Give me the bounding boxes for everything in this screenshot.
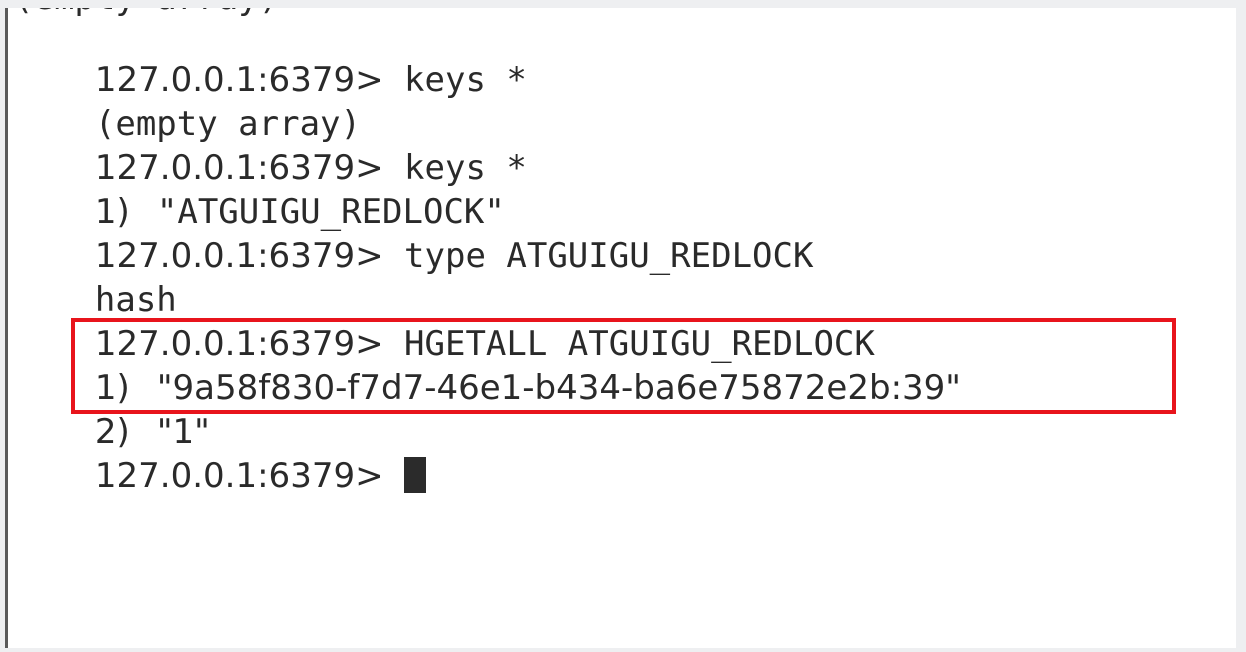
- command-input[interactable]: [384, 456, 404, 496]
- command-text: type ATGUIGU_REDLOCK: [383, 236, 814, 276]
- command-line: 127.0.0.1:6379> keys *: [13, 14, 527, 100]
- highlight-annotation-box: [71, 318, 1176, 414]
- terminal-window[interactable]: (empty array) 127.0.0.1:6379> keys * (em…: [5, 8, 1236, 648]
- prompt: 127.0.0.1:6379>: [94, 456, 384, 496]
- output-line: (empty array): [13, 58, 361, 144]
- text-cursor: [404, 457, 427, 493]
- command-text: keys *: [383, 60, 527, 100]
- output-line: hash: [13, 234, 177, 320]
- command-line: 127.0.0.1:6379> HGETALL ATGUIGU_REDLOCK: [13, 278, 875, 364]
- command-line: 127.0.0.1:6379> type ATGUIGU_REDLOCK: [13, 190, 814, 276]
- result-line: 1) "ATGUIGU_REDLOCK": [13, 146, 505, 232]
- command-line[interactable]: 127.0.0.1:6379>: [13, 410, 427, 496]
- command-line: 127.0.0.1:6379> keys *: [13, 102, 527, 188]
